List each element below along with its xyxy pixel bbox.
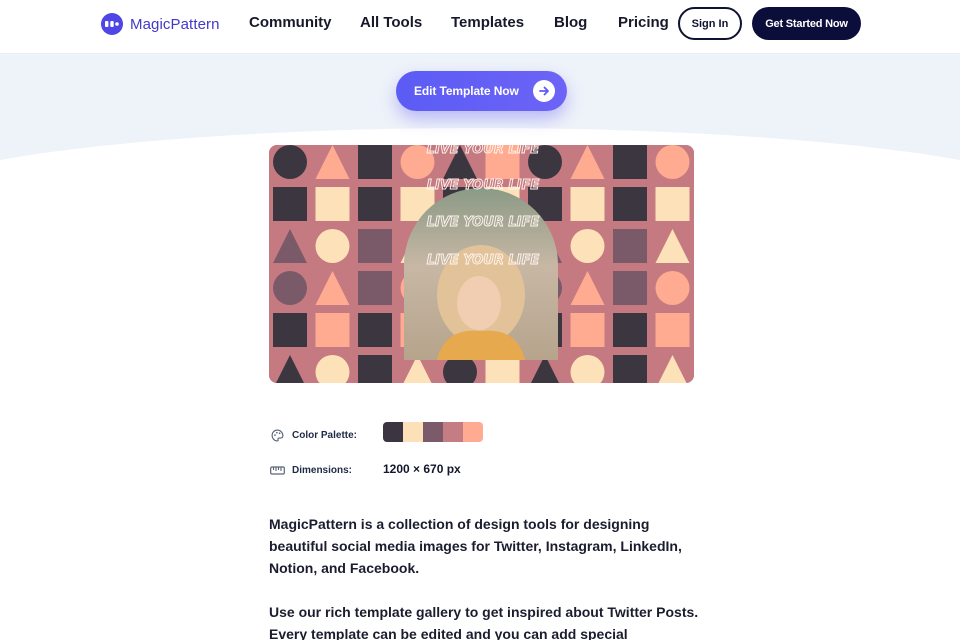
pattern-square — [273, 187, 307, 221]
headline-text: LIVE YOUR LIFE — [427, 215, 540, 230]
nav-link-templates[interactable]: Templates — [451, 14, 524, 31]
pattern-square — [358, 313, 392, 347]
pattern-square — [570, 313, 605, 347]
color-palette-row: Color Palette: — [270, 428, 357, 443]
brand-logo[interactable]: MagicPattern — [101, 12, 220, 36]
brand-name: MagicPattern — [130, 15, 220, 33]
palette-icon — [270, 428, 285, 443]
headline-text: LIVE YOUR LIFE — [427, 145, 540, 157]
photo-face — [457, 276, 501, 330]
pattern-square — [613, 355, 647, 383]
template-preview-canvas: LIVE YOUR LIFE LIVE YOUR LIFE LIVE YOUR LI… — [269, 145, 694, 383]
pattern-circle — [315, 229, 350, 263]
nav-link-blog[interactable]: Blog — [554, 14, 587, 31]
magicpattern-logo-icon — [101, 13, 123, 35]
pattern-square — [358, 355, 392, 383]
pattern-circle — [655, 271, 690, 305]
pattern-circle — [273, 145, 307, 179]
pattern-square — [613, 229, 647, 263]
pattern-square — [655, 187, 690, 221]
nav-link-all-tools[interactable]: All Tools — [360, 14, 422, 31]
edit-template-label: Edit Template Now — [414, 84, 519, 98]
arrow-right-icon — [533, 80, 555, 102]
template-preview-image: LIVE YOUR LIFE LIVE YOUR LIFE LIVE YOUR LI… — [269, 145, 694, 383]
pattern-square — [358, 145, 392, 179]
pattern-circle — [570, 229, 605, 263]
nav-link-pricing[interactable]: Pricing — [618, 14, 669, 31]
pattern-square — [570, 187, 605, 221]
palette-swatch[interactable] — [463, 422, 483, 442]
pattern-square — [613, 145, 647, 179]
palette-swatch[interactable] — [403, 422, 423, 442]
pattern-square — [358, 187, 392, 221]
headline-text: LIVE YOUR LIFE — [427, 178, 540, 193]
dimensions-label: Dimensions: — [292, 465, 353, 476]
ruler-icon — [270, 463, 285, 478]
color-palette-swatches — [383, 422, 483, 442]
description-paragraph: MagicPattern is a collection of design t… — [269, 516, 682, 576]
pattern-square — [358, 229, 392, 263]
palette-swatch[interactable] — [443, 422, 463, 442]
color-palette-label: Color Palette: — [292, 430, 358, 441]
palette-swatch[interactable] — [383, 422, 403, 442]
palette-swatch[interactable] — [423, 422, 443, 442]
dimensions-value: 1200 × 670 px — [383, 462, 461, 476]
pattern-square — [315, 313, 350, 347]
pattern-square — [315, 187, 350, 221]
pattern-square — [655, 313, 690, 347]
description-paragraph: Use our rich template gallery to get ins… — [269, 604, 699, 640]
pattern-circle — [655, 145, 690, 179]
get-started-button[interactable]: Get Started Now — [752, 7, 861, 40]
pattern-square — [613, 313, 647, 347]
pattern-square — [358, 271, 392, 305]
nav-link-community[interactable]: Community — [249, 14, 332, 31]
sign-in-button[interactable]: Sign In — [678, 7, 742, 40]
pattern-circle — [273, 271, 307, 305]
edit-template-button[interactable]: Edit Template Now — [396, 71, 567, 111]
pattern-square — [273, 313, 307, 347]
pattern-square — [613, 271, 647, 305]
dimensions-row: Dimensions: — [270, 463, 352, 478]
pattern-square — [613, 187, 647, 221]
headline-text: LIVE YOUR LIFE — [427, 253, 540, 268]
top-navbar: MagicPattern Community All Tools Templat… — [0, 0, 960, 54]
